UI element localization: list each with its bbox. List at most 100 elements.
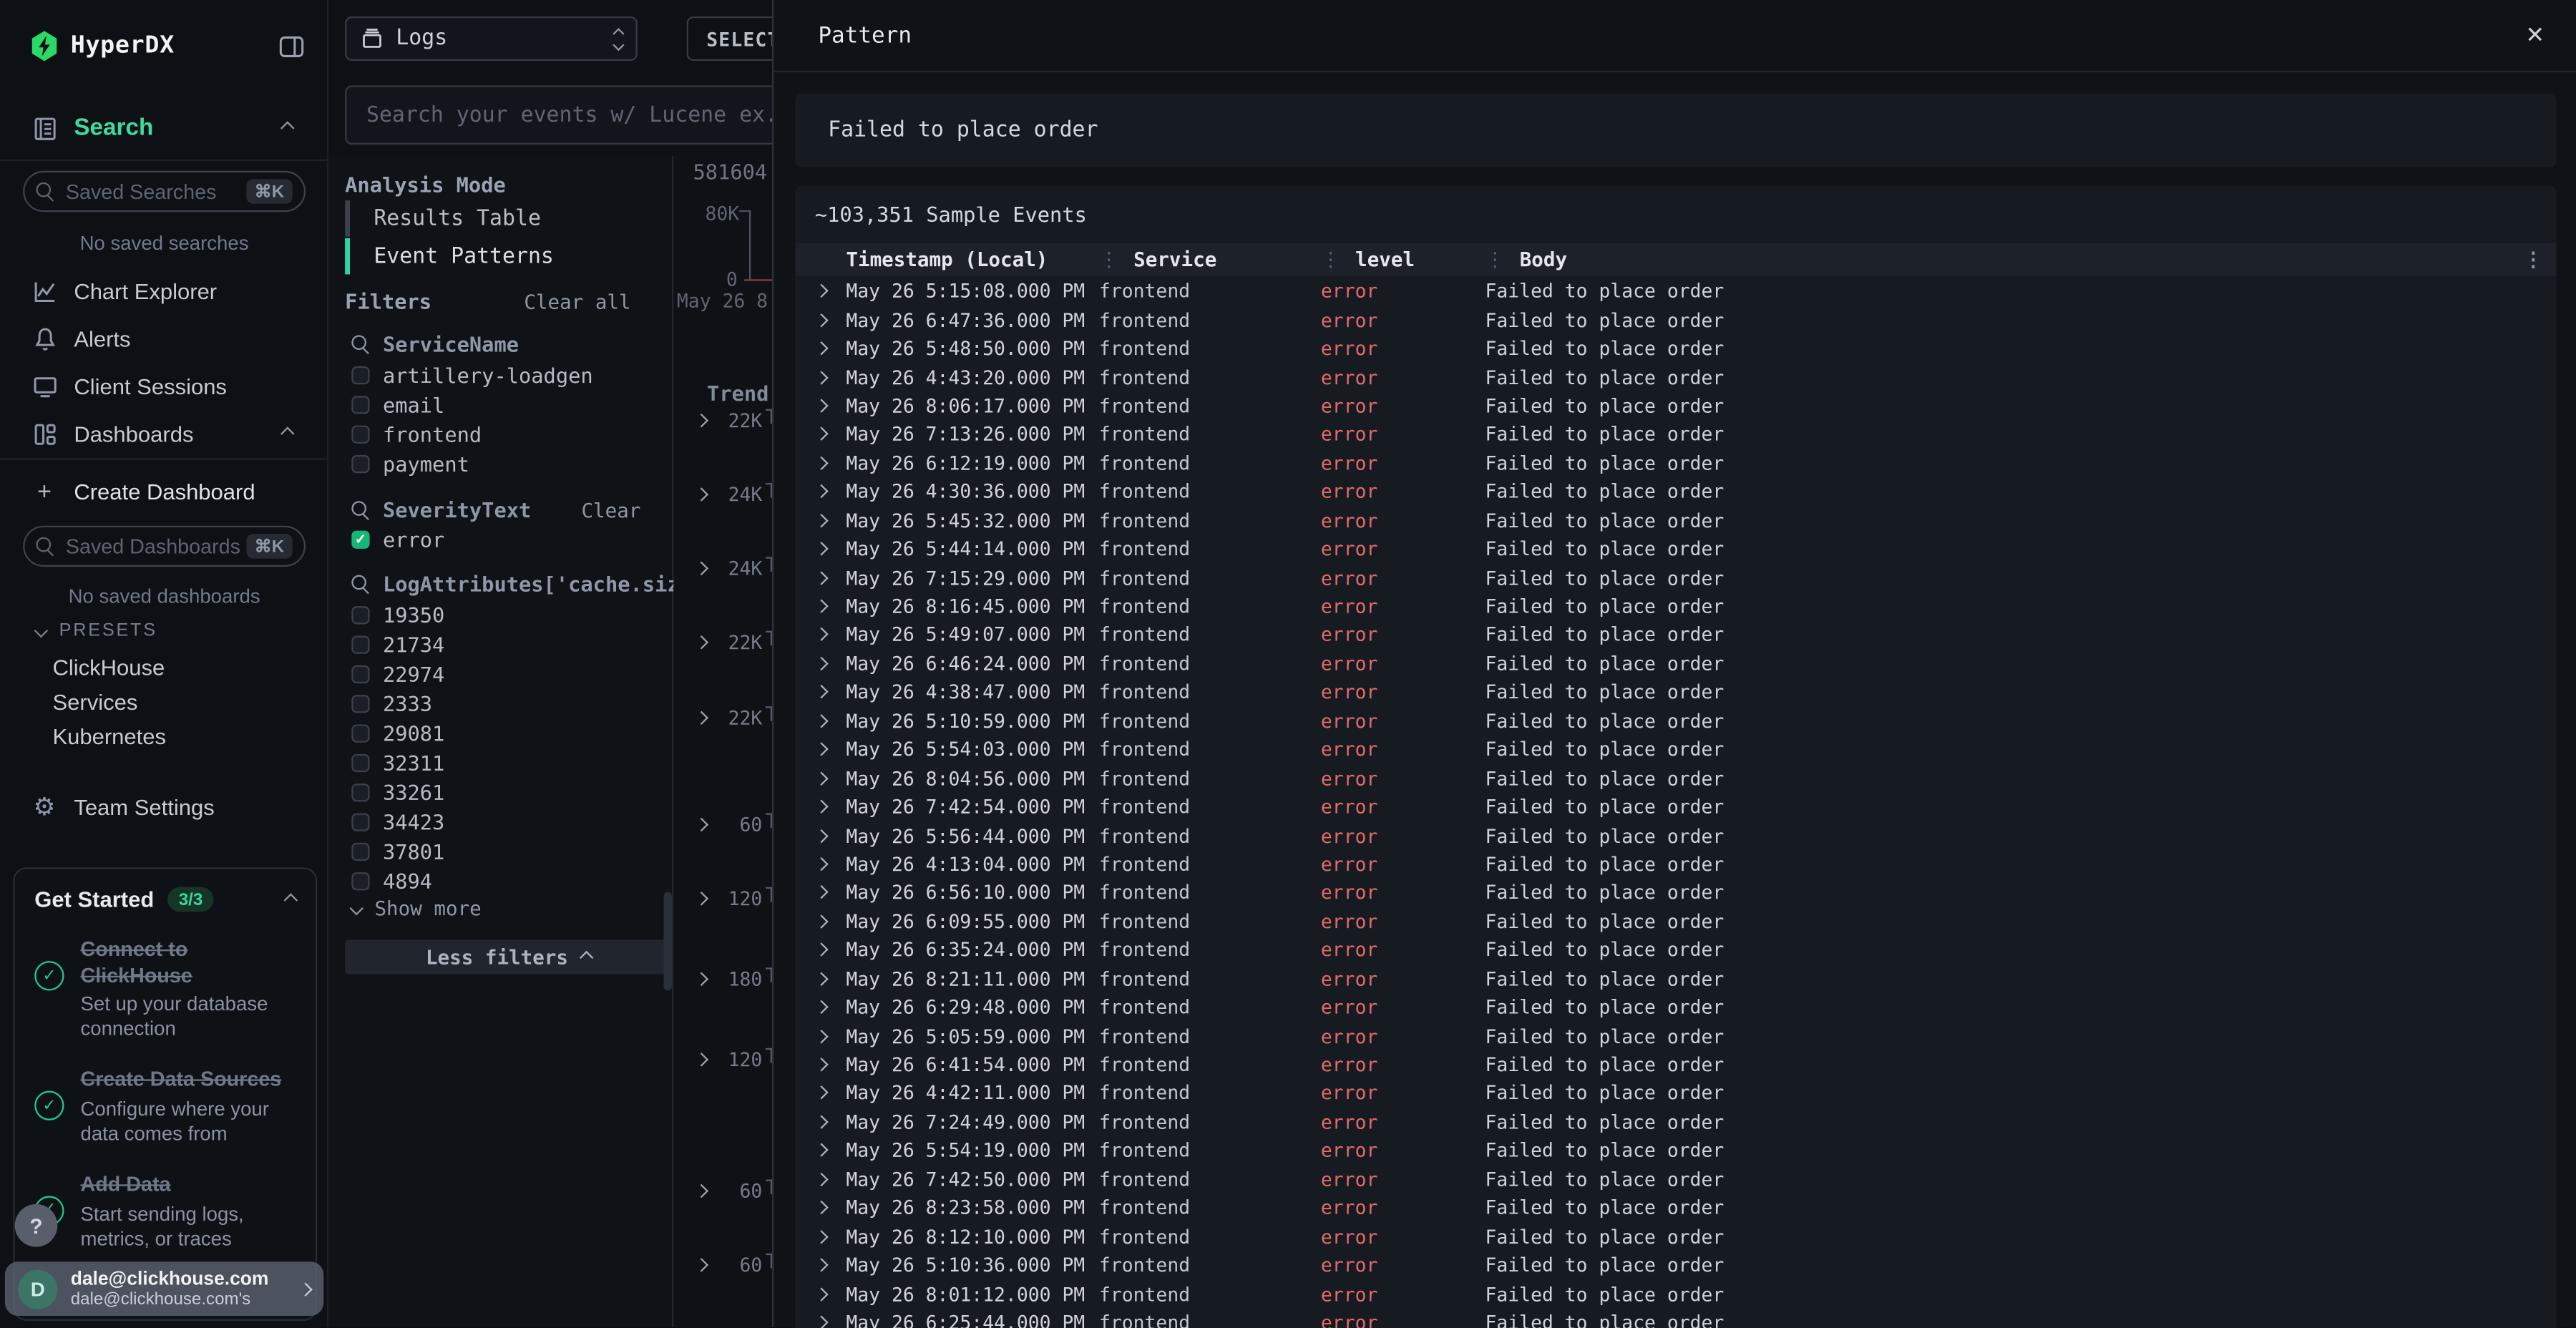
row-expand-chevron-icon[interactable] xyxy=(795,888,846,898)
event-row[interactable]: May 26 7:42:54.000 PMfrontenderrorFailed… xyxy=(795,792,2556,821)
row-expand-chevron-icon[interactable] xyxy=(795,1174,846,1184)
sidebar-item-alerts[interactable]: Alerts xyxy=(0,318,328,358)
row-expand-chevron-icon[interactable] xyxy=(795,1317,846,1327)
sidebar-item-team-settings[interactable]: ⚙ Team Settings xyxy=(0,787,328,826)
pattern-trend-row[interactable]: 24K xyxy=(673,483,772,506)
event-row[interactable]: May 26 5:15:08.000 PMfrontenderrorFailed… xyxy=(795,277,2556,306)
checkbox-icon[interactable] xyxy=(351,605,369,623)
row-expand-chevron-icon[interactable] xyxy=(795,630,846,640)
checkbox-icon[interactable] xyxy=(351,366,369,384)
pattern-trend-row[interactable]: 120 xyxy=(673,1048,772,1071)
sidebar-item-chart-explorer[interactable]: Chart Explorer xyxy=(0,271,328,311)
row-expand-chevron-icon[interactable] xyxy=(795,1289,846,1299)
sidebar-collapse-icon[interactable] xyxy=(278,33,306,69)
event-row[interactable]: May 26 7:13:26.000 PMfrontenderrorFailed… xyxy=(795,420,2556,449)
help-button[interactable]: ? xyxy=(15,1204,58,1247)
col-service[interactable]: ⋮Service xyxy=(1099,248,1321,271)
row-expand-chevron-icon[interactable] xyxy=(795,1060,846,1070)
table-menu-icon[interactable]: ⋮ xyxy=(2524,248,2544,271)
user-account-bar[interactable]: D dale@clickhouse.com dale@clickhouse.co… xyxy=(5,1261,323,1316)
checkbox-icon[interactable] xyxy=(351,635,369,653)
cache-size-option[interactable]: 29081 xyxy=(351,720,444,746)
event-row[interactable]: May 26 6:56:10.000 PMfrontenderrorFailed… xyxy=(795,879,2556,907)
event-row[interactable]: May 26 4:43:20.000 PMfrontenderrorFailed… xyxy=(795,363,2556,391)
saved-searches-input[interactable]: Saved Searches ⌘K xyxy=(23,171,306,212)
row-expand-chevron-icon[interactable] xyxy=(795,458,846,468)
event-row[interactable]: May 26 6:35:24.000 PMfrontenderrorFailed… xyxy=(795,936,2556,965)
event-row[interactable]: May 26 6:29:48.000 PMfrontenderrorFailed… xyxy=(795,993,2556,1022)
row-expand-chevron-icon[interactable] xyxy=(795,429,846,439)
event-row[interactable]: May 26 7:24:49.000 PMfrontenderrorFailed… xyxy=(795,1108,2556,1136)
saved-dashboards-input[interactable]: Saved Dashboards ⌘K xyxy=(23,526,306,567)
less-filters-button[interactable]: Less filters xyxy=(345,939,672,974)
chevron-right-icon[interactable] xyxy=(695,972,708,986)
row-expand-chevron-icon[interactable] xyxy=(795,974,846,984)
create-dashboard-button[interactable]: + Create Dashboard xyxy=(0,472,328,511)
row-expand-chevron-icon[interactable] xyxy=(795,1031,846,1041)
event-row[interactable]: May 26 5:49:07.000 PMfrontenderrorFailed… xyxy=(795,620,2556,649)
sidebar-item-dashboards[interactable]: Dashboards xyxy=(0,414,328,454)
col-body[interactable]: ⋮Body xyxy=(1485,248,2556,271)
row-expand-chevron-icon[interactable] xyxy=(795,1260,846,1270)
checkbox-icon[interactable] xyxy=(351,753,369,771)
checkbox-icon[interactable] xyxy=(351,783,369,801)
row-expand-chevron-icon[interactable] xyxy=(795,372,846,382)
mode-results-table[interactable]: Results Table xyxy=(345,200,541,237)
servicename-option[interactable]: email xyxy=(351,391,444,417)
event-row[interactable]: May 26 5:10:36.000 PMfrontenderrorFailed… xyxy=(795,1251,2556,1279)
event-row[interactable]: May 26 7:42:50.000 PMfrontenderrorFailed… xyxy=(795,1165,2556,1193)
show-more-toggle[interactable]: Show more xyxy=(351,897,481,920)
event-row[interactable]: May 26 4:42:11.000 PMfrontenderrorFailed… xyxy=(795,1079,2556,1108)
filters-scrollbar-thumb[interactable] xyxy=(664,892,672,991)
event-row[interactable]: May 26 8:23:58.000 PMfrontenderrorFailed… xyxy=(795,1193,2556,1222)
row-expand-chevron-icon[interactable] xyxy=(795,859,846,869)
search-icon[interactable] xyxy=(351,575,369,593)
task-add-data[interactable]: ✓ Add Data Start sending logs, metrics, … xyxy=(34,1173,296,1251)
chevron-right-icon[interactable] xyxy=(695,818,708,831)
cache-size-option[interactable]: 2333 xyxy=(351,690,432,716)
row-expand-chevron-icon[interactable] xyxy=(795,831,846,841)
checkbox-icon[interactable] xyxy=(351,665,369,683)
servicename-option[interactable]: frontend xyxy=(351,421,482,447)
chevron-right-icon[interactable] xyxy=(695,1053,708,1066)
row-expand-chevron-icon[interactable] xyxy=(795,1146,846,1156)
chevron-up-icon[interactable] xyxy=(284,892,298,906)
event-row[interactable]: May 26 8:21:11.000 PMfrontenderrorFailed… xyxy=(795,965,2556,993)
row-expand-chevron-icon[interactable] xyxy=(795,487,846,497)
event-row[interactable]: May 26 6:12:19.000 PMfrontenderrorFailed… xyxy=(795,449,2556,477)
pattern-trend-row[interactable]: 22K xyxy=(673,409,772,432)
source-select[interactable]: Logs xyxy=(345,16,638,61)
column-handle-icon[interactable]: ⋮ xyxy=(1321,248,1341,271)
row-expand-chevron-icon[interactable] xyxy=(795,515,846,525)
event-row[interactable]: May 26 5:05:59.000 PMfrontenderrorFailed… xyxy=(795,1022,2556,1050)
mode-event-patterns[interactable]: Event Patterns xyxy=(345,238,554,275)
row-expand-chevron-icon[interactable] xyxy=(795,343,846,353)
row-expand-chevron-icon[interactable] xyxy=(795,1231,846,1241)
cache-size-option[interactable]: 19350 xyxy=(351,601,444,628)
event-row[interactable]: May 26 6:41:54.000 PMfrontenderrorFailed… xyxy=(795,1050,2556,1079)
chevron-right-icon[interactable] xyxy=(695,1258,708,1271)
checkbox-icon[interactable] xyxy=(351,812,369,830)
event-row[interactable]: May 26 5:45:32.000 PMfrontenderrorFailed… xyxy=(795,506,2556,534)
task-connect-clickhouse[interactable]: ✓ Connect to ClickHouse Set up your data… xyxy=(34,938,296,1042)
chevron-right-icon[interactable] xyxy=(695,711,708,725)
pattern-trend-row[interactable]: 180 xyxy=(673,967,772,990)
checkbox-icon[interactable] xyxy=(351,424,369,442)
servicename-option[interactable]: payment xyxy=(351,450,469,477)
pattern-trend-row[interactable]: 120 xyxy=(673,887,772,910)
row-expand-chevron-icon[interactable] xyxy=(795,601,846,611)
chevron-right-icon[interactable] xyxy=(695,487,708,501)
event-row[interactable]: May 26 5:56:44.000 PMfrontenderrorFailed… xyxy=(795,821,2556,850)
checkbox-icon[interactable] xyxy=(351,872,369,889)
pattern-trend-row[interactable]: 60 xyxy=(673,1179,772,1202)
pattern-trend-row[interactable]: 22K xyxy=(673,706,772,729)
cache-size-option[interactable]: 4894 xyxy=(351,867,432,894)
checkbox-icon[interactable] xyxy=(351,694,369,712)
checkbox-checked-icon[interactable]: ✓ xyxy=(351,529,369,547)
cache-size-option[interactable]: 37801 xyxy=(351,838,444,864)
chevron-right-icon[interactable] xyxy=(695,892,708,905)
pattern-trend-row[interactable]: 22K xyxy=(673,631,772,654)
cache-size-option[interactable]: 33261 xyxy=(351,778,444,805)
chevron-right-icon[interactable] xyxy=(695,635,708,649)
event-row[interactable]: May 26 5:54:19.000 PMfrontenderrorFailed… xyxy=(795,1136,2556,1165)
